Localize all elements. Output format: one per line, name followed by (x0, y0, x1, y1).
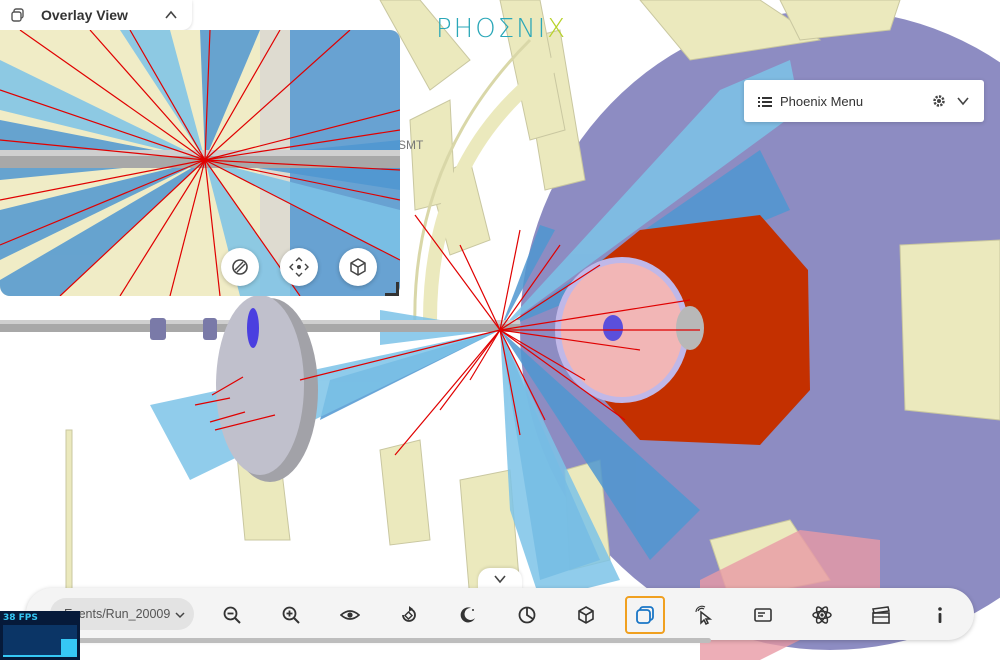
fps-graph (3, 625, 77, 657)
info-icon (938, 607, 942, 623)
fps-readout: 38 FPS (3, 613, 38, 623)
about-button[interactable] (920, 596, 960, 634)
object-selection-button[interactable] (684, 596, 724, 634)
phoenix-menu-label: Phoenix Menu (780, 93, 864, 109)
overlay-copy-icon[interactable] (11, 8, 25, 22)
phoenix-menu[interactable]: Phoenix Menu (744, 80, 984, 122)
zoom-in-button[interactable] (271, 596, 311, 634)
fps-stats-panel[interactable]: 38 FPS (0, 611, 80, 660)
overlay-view-title: Overlay View (41, 7, 128, 23)
zoom-out-icon (223, 606, 241, 624)
chevron-down-icon (494, 575, 506, 584)
gear-icon[interactable] (932, 94, 946, 108)
eye-icon (340, 610, 360, 620)
overlay-transparency-button[interactable] (221, 248, 259, 286)
auto-rotate-button[interactable] (389, 596, 429, 634)
phoenix-logo: PHOΣNIX (436, 14, 568, 44)
camera-view-button[interactable] (566, 596, 606, 634)
chevron-down-icon (174, 608, 186, 620)
pointer-icon (695, 605, 713, 625)
cube-icon (578, 606, 594, 624)
clipping-button[interactable] (507, 596, 547, 634)
overlay-view-panel[interactable] (0, 30, 400, 296)
overlay-icon (636, 606, 654, 624)
chevron-up-icon[interactable] (164, 8, 178, 22)
move-icon (289, 257, 309, 277)
detector-label: SMT (398, 138, 424, 152)
cube-icon (350, 258, 366, 276)
overlay-3d-view-button[interactable] (339, 248, 377, 286)
panel-icon (754, 608, 772, 622)
overlay-view-button[interactable] (625, 596, 665, 634)
ui-toolbar: Events/Run_200091 (26, 588, 974, 643)
zoom-in-icon (282, 606, 300, 624)
view-options-button[interactable] (330, 596, 370, 634)
atom-icon (812, 606, 832, 624)
list-icon (758, 95, 772, 107)
rotate-icon (402, 606, 416, 622)
clapper-icon (872, 606, 890, 624)
transparency-icon (232, 259, 248, 275)
moon-icon (460, 607, 475, 623)
overlay-resize-handle[interactable] (385, 282, 399, 296)
overlay-move-button[interactable] (280, 248, 318, 286)
toolbar-scrollbar[interactable] (26, 638, 711, 643)
zoom-out-button[interactable] (212, 596, 252, 634)
animations-button[interactable] (861, 596, 901, 634)
collections-button[interactable] (802, 596, 842, 634)
pie-icon (518, 606, 536, 624)
overlay-view-header[interactable]: Overlay View (0, 0, 192, 30)
dark-theme-button[interactable] (448, 596, 488, 634)
info-panel-button[interactable] (743, 596, 783, 634)
chevron-down-icon[interactable] (956, 94, 970, 108)
toolbar-hide-toggle[interactable] (478, 568, 522, 590)
